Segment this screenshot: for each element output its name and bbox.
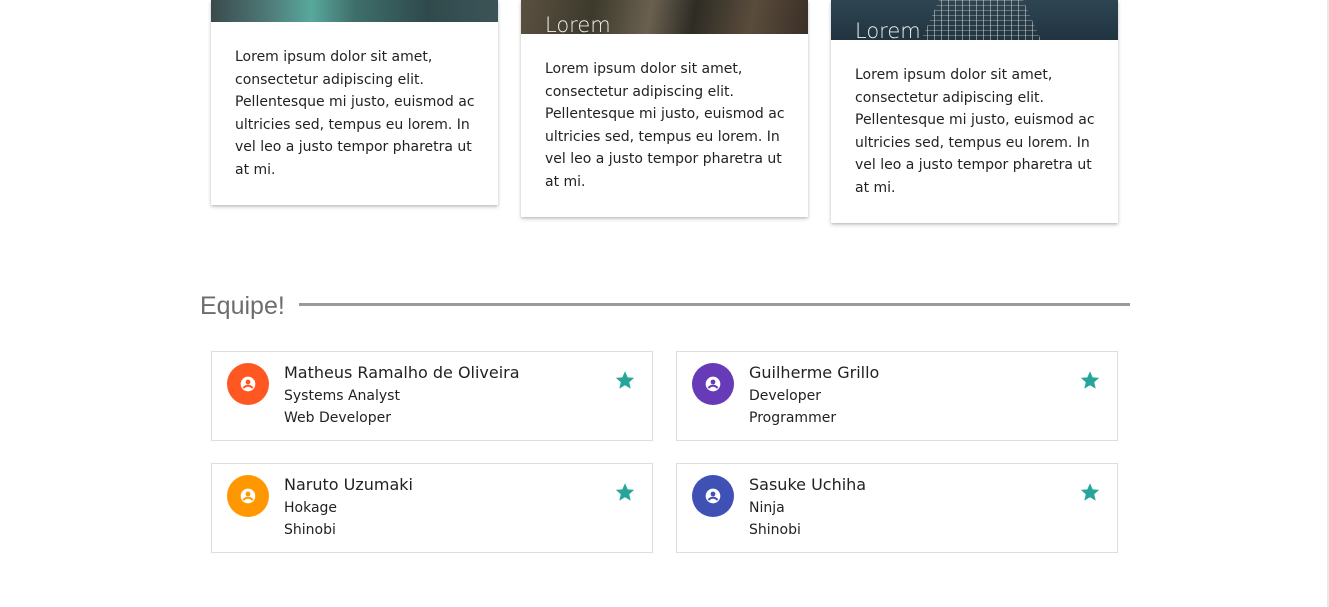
feature-card: Lorem ipsum dolor sit amet, consectetur … [211, 0, 498, 205]
card-title: Lorem [545, 13, 611, 34]
member-name: Guilherme Grillo [749, 363, 880, 382]
star-icon[interactable] [1079, 481, 1101, 503]
card-title: Lorem [855, 19, 921, 40]
member-name: Sasuke Uchiha [749, 475, 867, 494]
section-divider [299, 303, 1130, 306]
member-role: Ninja [749, 500, 785, 516]
star-icon[interactable] [614, 369, 636, 391]
team-member-card: Sasuke Uchiha Ninja Shinobi [676, 463, 1118, 553]
card-body-text: Lorem ipsum dolor sit amet, consectetur … [855, 67, 1095, 196]
account-circle-icon [705, 488, 721, 504]
account-circle-icon [705, 376, 721, 392]
star-icon[interactable] [1079, 369, 1101, 391]
card-image [211, 0, 498, 22]
feature-card: Lorem Lorem ipsum dolor sit amet, consec… [831, 0, 1118, 223]
card-image: Lorem [521, 0, 808, 34]
member-subtitle: Programmer [749, 410, 837, 426]
team-member-card: Guilherme Grillo Developer Programmer [676, 351, 1118, 441]
member-name: Naruto Uzumaki [284, 475, 413, 494]
star-icon[interactable] [614, 481, 636, 503]
card-body-text: Lorem ipsum dolor sit amet, consectetur … [235, 49, 475, 178]
avatar [227, 475, 269, 517]
member-name: Matheus Ramalho de Oliveira [284, 363, 520, 382]
account-circle-icon [240, 488, 256, 504]
team-section-heading: Equipe! [200, 292, 285, 320]
account-circle-icon [240, 376, 256, 392]
member-subtitle: Shinobi [749, 522, 801, 538]
card-image: Lorem [831, 0, 1118, 40]
railway-image-detail [921, 0, 1041, 40]
card-body-text: Lorem ipsum dolor sit amet, consectetur … [545, 61, 785, 190]
member-role: Developer [749, 388, 822, 404]
team-member-card: Matheus Ramalho de Oliveira Systems Anal… [211, 351, 653, 441]
avatar [692, 363, 734, 405]
member-role: Hokage [284, 500, 338, 516]
feature-card: Lorem Lorem ipsum dolor sit amet, consec… [521, 0, 808, 217]
member-role: Systems Analyst [284, 388, 400, 404]
avatar [692, 475, 734, 517]
member-subtitle: Web Developer [284, 410, 391, 426]
team-member-card: Naruto Uzumaki Hokage Shinobi [211, 463, 653, 553]
avatar [227, 363, 269, 405]
member-subtitle: Shinobi [284, 522, 336, 538]
